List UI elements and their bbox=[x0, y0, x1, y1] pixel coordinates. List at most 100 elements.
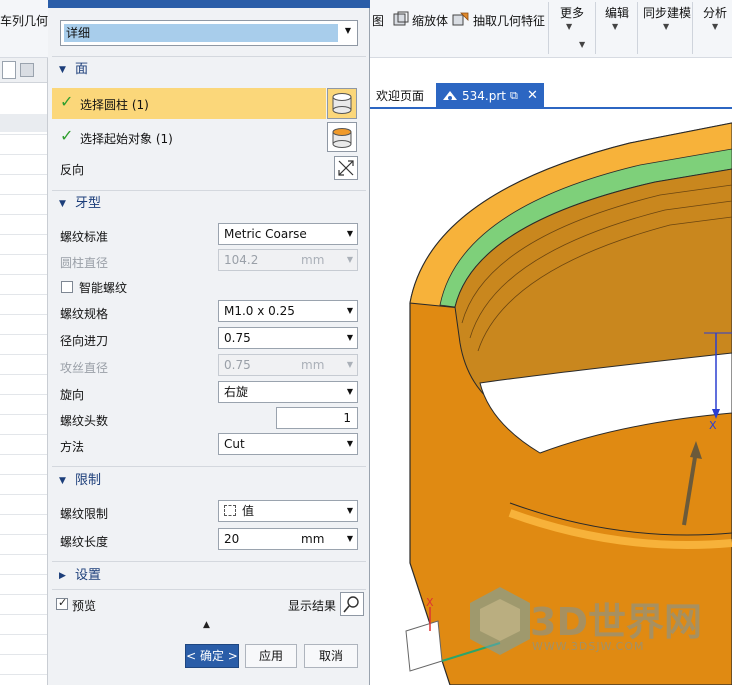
list-item[interactable] bbox=[0, 274, 47, 275]
list-item[interactable] bbox=[0, 554, 47, 555]
list-item[interactable] bbox=[0, 254, 47, 255]
list-item[interactable] bbox=[0, 614, 47, 615]
section-limits-title: 限制 bbox=[75, 473, 102, 488]
radial-feed-select[interactable]: 0.75 ▼ bbox=[218, 327, 358, 349]
ribbon-edit[interactable]: 编辑 bbox=[605, 4, 629, 21]
thread-starts-input[interactable]: 1 bbox=[276, 407, 358, 429]
list-item[interactable] bbox=[0, 154, 47, 155]
list-item[interactable] bbox=[0, 574, 47, 575]
navigator-input[interactable] bbox=[2, 61, 16, 79]
collapse-triangle-icon[interactable]: ▼ bbox=[59, 192, 66, 216]
select-cylinder-row[interactable]: ✓ 选择圆柱 (1) bbox=[52, 88, 326, 119]
pin-icon[interactable]: ⧉ bbox=[510, 83, 518, 109]
ribbon-separator bbox=[692, 2, 693, 54]
select-start-row[interactable]: ✓ 选择起始对象 (1) bbox=[52, 122, 326, 153]
list-item[interactable] bbox=[0, 314, 47, 315]
list-item[interactable] bbox=[0, 414, 47, 415]
chevron-down-icon[interactable]: ▼ bbox=[566, 22, 572, 31]
list-item[interactable] bbox=[0, 394, 47, 395]
list-item[interactable] bbox=[0, 334, 47, 335]
smart-thread-checkbox[interactable] bbox=[61, 281, 73, 293]
chevron-down-icon[interactable]: ▼ bbox=[345, 26, 351, 35]
thread-hand-select[interactable]: 右旋 ▼ bbox=[218, 381, 358, 403]
tab-part-label: 534.prt bbox=[462, 89, 506, 103]
thread-limit-select[interactable]: 值 ▼ bbox=[218, 500, 358, 522]
preview-checkbox[interactable]: ✓ bbox=[56, 596, 68, 610]
navigator-tool-icon[interactable] bbox=[20, 63, 34, 77]
select-cylinder-button[interactable] bbox=[327, 88, 357, 119]
mode-select[interactable]: 详细 ▼ bbox=[60, 20, 358, 46]
graphics-viewport[interactable]: X X 3D世界网 WWW.3DSJW.COM bbox=[370, 83, 732, 685]
list-item[interactable] bbox=[0, 454, 47, 455]
list-item[interactable] bbox=[0, 594, 47, 595]
thread-standard-select[interactable]: Metric Coarse ▼ bbox=[218, 223, 358, 245]
chevron-down-icon[interactable]: ▼ bbox=[347, 382, 353, 402]
show-result-button[interactable] bbox=[340, 592, 364, 616]
thread-dialog: 详细 ▼ ▼ 面 ✓ 选择圆柱 (1) ✓ 选择起始对象 (1) 反向 ▼ 牙型… bbox=[48, 0, 370, 685]
chevron-down-icon: ▼ bbox=[346, 255, 353, 264]
navigator-header bbox=[0, 114, 47, 132]
ribbon-sync-modeling[interactable]: 同步建模 bbox=[643, 4, 691, 21]
extract-geometry-icon[interactable] bbox=[452, 11, 470, 27]
thread-spec-select[interactable]: M1.0 x 0.25 ▼ bbox=[218, 300, 358, 322]
collapse-up-icon[interactable]: ▲ bbox=[203, 620, 210, 630]
list-item[interactable] bbox=[0, 234, 47, 235]
thread-hand-label: 旋向 bbox=[60, 388, 85, 402]
extract-geometry-button[interactable]: 抽取几何特征 bbox=[473, 12, 545, 29]
list-item[interactable] bbox=[0, 634, 47, 635]
section-divider bbox=[52, 561, 366, 562]
collapse-triangle-icon[interactable]: ▼ bbox=[59, 58, 66, 82]
list-item[interactable] bbox=[0, 134, 47, 135]
list-item[interactable] bbox=[0, 534, 47, 535]
apply-button[interactable]: 应用 bbox=[245, 644, 297, 668]
list-item[interactable] bbox=[0, 514, 47, 515]
tab-part-534[interactable]: 534.prt ⧉ ✕ bbox=[436, 83, 544, 109]
section-settings-header[interactable]: ▶ 设置 bbox=[48, 564, 370, 588]
chevron-down-icon[interactable]: ▼ bbox=[712, 22, 718, 31]
section-thread-type-header[interactable]: ▼ 牙型 bbox=[48, 192, 370, 216]
thread-spec-value: M1.0 x 0.25 bbox=[224, 304, 295, 318]
list-item[interactable] bbox=[0, 374, 47, 375]
tab-welcome[interactable]: 欢迎页面 bbox=[370, 83, 430, 109]
scale-body-button[interactable]: 缩放体 bbox=[412, 12, 448, 29]
section-divider bbox=[52, 56, 366, 57]
list-item[interactable] bbox=[0, 474, 47, 475]
chevron-down-icon[interactable]: ▼ bbox=[579, 40, 585, 49]
chevron-down-icon[interactable]: ▼ bbox=[347, 501, 353, 521]
chevron-down-icon[interactable]: ▼ bbox=[347, 434, 353, 454]
list-item[interactable] bbox=[0, 654, 47, 655]
thread-hand-value: 右旋 bbox=[224, 385, 249, 399]
thread-standard-value: Metric Coarse bbox=[224, 227, 307, 241]
cancel-button[interactable]: 取消 bbox=[304, 644, 358, 668]
list-item[interactable] bbox=[0, 674, 47, 675]
list-item[interactable] bbox=[0, 214, 47, 215]
close-icon[interactable]: ✕ bbox=[527, 83, 538, 109]
list-item[interactable] bbox=[0, 294, 47, 295]
thread-length-input[interactable]: 20 mm ▼ bbox=[218, 528, 358, 550]
expand-triangle-icon[interactable]: ▶ bbox=[59, 564, 66, 588]
chevron-down-icon[interactable]: ▼ bbox=[663, 22, 669, 31]
collapse-triangle-icon[interactable]: ▼ bbox=[59, 469, 66, 493]
ribbon-analysis[interactable]: 分析 bbox=[703, 4, 727, 21]
reverse-button[interactable] bbox=[334, 156, 358, 180]
start-face-icon bbox=[332, 128, 352, 148]
select-start-button[interactable] bbox=[327, 122, 357, 152]
ribbon-item-fragment[interactable]: 图 bbox=[372, 12, 384, 29]
method-select[interactable]: Cut ▼ bbox=[218, 433, 358, 455]
thread-length-label: 螺纹长度 bbox=[60, 535, 109, 549]
list-item[interactable] bbox=[0, 174, 47, 175]
chevron-down-icon[interactable]: ▼ bbox=[612, 22, 618, 31]
chevron-down-icon[interactable]: ▼ bbox=[347, 529, 353, 549]
chevron-down-icon[interactable]: ▼ bbox=[347, 328, 353, 348]
list-item[interactable] bbox=[0, 194, 47, 195]
chevron-down-icon[interactable]: ▼ bbox=[347, 224, 353, 244]
chevron-down-icon[interactable]: ▼ bbox=[347, 301, 353, 321]
list-item[interactable] bbox=[0, 494, 47, 495]
list-item[interactable] bbox=[0, 434, 47, 435]
section-face-header[interactable]: ▼ 面 bbox=[48, 58, 370, 82]
section-limits-header[interactable]: ▼ 限制 bbox=[48, 469, 370, 493]
ribbon-more[interactable]: 更多 bbox=[560, 4, 584, 21]
ok-button[interactable]: < 确定 > bbox=[185, 644, 239, 668]
scale-body-icon[interactable] bbox=[392, 11, 410, 27]
list-item[interactable] bbox=[0, 354, 47, 355]
